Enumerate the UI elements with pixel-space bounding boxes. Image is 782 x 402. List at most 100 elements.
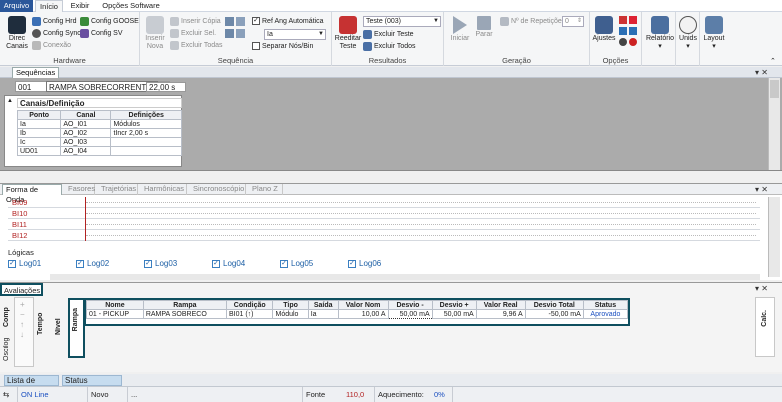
vector-icon[interactable] — [619, 27, 627, 35]
table-row[interactable]: Ic AO_I03 — [16, 137, 182, 147]
excluir-todos-label: Excluir Todos — [374, 43, 416, 50]
menu-tab-opcoes-software[interactable]: Opções Software — [100, 0, 162, 12]
collapse-icon[interactable]: ▲ — [7, 98, 13, 104]
direc-canais-button[interactable]: Direc Canais — [3, 16, 31, 51]
parar-button[interactable]: Parar — [473, 16, 495, 39]
sequence-tool2-icon[interactable] — [236, 29, 245, 38]
excluir-todos-button[interactable]: Excluir Todos — [363, 42, 416, 51]
conexao-button[interactable]: Conexão — [32, 41, 71, 50]
inserir-copia-button[interactable]: Inserir Cópia — [170, 17, 221, 26]
tab-wave-4[interactable]: Sincronoscópio — [190, 184, 246, 195]
signal-trace — [86, 213, 756, 214]
ref-ang-checkbox[interactable]: ✓ Ref Ang Automática — [252, 17, 323, 25]
target-icon[interactable] — [619, 38, 627, 46]
excluir-sel-button[interactable]: Excluir Sel. — [170, 29, 216, 38]
table-row[interactable]: 01 - PICKUP RAMPA SOBRECO BI01 (↑) Módulo Ia… — [86, 309, 628, 319]
table-cell: Ic — [16, 137, 62, 147]
tab-oscilog[interactable]: Oscilog — [3, 331, 10, 361]
logica-checkbox[interactable]: ✓ Log03 — [144, 259, 177, 268]
tab-lista-erros[interactable]: Lista de Erros — [4, 375, 59, 395]
collapse-ribbon-icon[interactable]: ⌃ — [770, 57, 776, 65]
channels-icon — [8, 16, 26, 34]
move-up-icon[interactable] — [225, 17, 234, 26]
tab-sequencias[interactable]: Sequências — [12, 67, 60, 78]
excluir-teste-button[interactable]: Excluir Teste — [363, 30, 414, 39]
tab-nivel[interactable]: Nível — [55, 305, 62, 335]
separar-checkbox[interactable]: Separar Nós/Bin — [252, 42, 313, 50]
menu-tab-inicio[interactable]: Início — [35, 0, 63, 12]
tab-wave-0[interactable]: Forma de Onda — [2, 184, 62, 204]
iniciar-button[interactable]: Iniciar — [449, 16, 471, 43]
scroll-thumb[interactable] — [770, 80, 779, 98]
table-row[interactable]: Ia AO_I01 Módulos — [16, 119, 182, 129]
tab-wave-1[interactable]: Fasores — [65, 184, 95, 195]
column-header: Desvio - — [387, 300, 433, 310]
move-down-icon[interactable]: ↓ — [20, 330, 24, 339]
logica-checkbox[interactable]: ✓ Log04 — [212, 259, 245, 268]
logica-checkbox[interactable]: ✓ Log05 — [280, 259, 313, 268]
teste-select[interactable]: Teste (003) ▼ — [363, 16, 441, 27]
relatorio-button[interactable]: Relatório ▾ — [645, 16, 675, 51]
table-cell: Ia — [307, 309, 339, 319]
chart-icon[interactable] — [629, 16, 637, 24]
separar-label: Separar Nós/Bin — [262, 42, 314, 50]
logica-checkbox[interactable]: ✓ Log01 — [8, 259, 41, 268]
logica-checkbox[interactable]: ✓ Log06 — [348, 259, 381, 268]
menu-tab-exibir[interactable]: Exibir — [66, 0, 94, 12]
checkbox-checked-icon: ✓ — [252, 17, 260, 25]
config-sync-button[interactable]: Config Sync — [32, 29, 81, 38]
move-up-icon[interactable]: ↑ — [20, 320, 24, 329]
add-icon[interactable]: + — [20, 300, 25, 309]
tab-rampa[interactable]: Rampa — [68, 298, 85, 358]
parar-label: Parar — [475, 31, 493, 38]
chevron-down-icon: ▾ — [686, 43, 690, 50]
layout-button[interactable]: Layout ▾ — [702, 16, 726, 51]
table-row[interactable]: UD01 AO_I04 — [16, 146, 182, 156]
repeticoes-input[interactable]: 0 ⇕ — [562, 16, 584, 27]
table-cell: Ib — [16, 128, 62, 138]
inserir-copia-label: Inserir Cópia — [181, 18, 221, 25]
waveform-icon[interactable] — [619, 16, 627, 24]
waveform-scrollbar[interactable] — [768, 197, 780, 277]
sequence-number: 001 — [18, 83, 32, 92]
excluir-todas-button[interactable]: Excluir Todas — [170, 41, 223, 50]
tab-tempo[interactable]: Tempo — [37, 305, 44, 335]
table-row[interactable]: Ib AO_I02 tIncr 2,00 s — [16, 128, 182, 138]
column-header: Desvio Total — [524, 300, 584, 310]
config-sv-button[interactable]: Config SV — [80, 29, 123, 38]
group-geracao: Iniciar Parar Nº de Repetições 0 ⇕ Geraçã… — [444, 12, 590, 66]
play-icon — [453, 16, 467, 34]
cursor-marker[interactable] — [85, 197, 86, 241]
unids-button[interactable]: Unids ▾ — [677, 16, 699, 51]
ref-ang-select[interactable]: Ia ▼ — [264, 29, 326, 40]
move-down-icon[interactable] — [225, 29, 234, 38]
logica-checkbox[interactable]: ✓ Log02 — [76, 259, 109, 268]
pin-icon[interactable]: ▾ ✕ — [755, 185, 768, 194]
menu-file[interactable]: Arquivo — [0, 0, 33, 12]
tab-wave-2[interactable]: Trajetórias — [98, 184, 138, 195]
ref-ang-label: Ref Ang Automática — [262, 17, 324, 25]
tab-wave-3[interactable]: Harmônicas — [141, 184, 187, 195]
inserir-nova-button[interactable]: Inserir Nova — [142, 16, 168, 51]
pin-icon[interactable]: ▾ ✕ — [755, 284, 768, 293]
config-goose-button[interactable]: Config GOOSE — [80, 17, 139, 26]
pin-icon[interactable]: ▾ ✕ — [755, 68, 768, 78]
ajustes-label: Ajustes — [592, 35, 616, 42]
avaliacoes-title[interactable]: Avaliações — [0, 283, 43, 296]
filter-icon[interactable] — [629, 27, 637, 35]
canais-definicao-box: ▲ Canais/Definição Ponto Canal Definições … — [4, 95, 182, 167]
sequence-time: 22,00 s — [146, 82, 186, 92]
sequencias-scrollbar[interactable] — [768, 78, 780, 170]
tab-comp[interactable]: Comp — [3, 297, 10, 327]
tab-status-protecao[interactable]: Status Proteção — [62, 375, 122, 395]
tab-calc[interactable]: Calc. — [755, 297, 775, 357]
config-hrd-button[interactable]: Config Hrd — [32, 17, 76, 26]
record-icon[interactable] — [629, 38, 637, 46]
remove-icon[interactable]: − — [20, 310, 25, 319]
chevron-down-icon: ▾ — [712, 43, 716, 50]
sequence-tool-icon[interactable] — [236, 17, 245, 26]
reeditar-teste-button[interactable]: Reeditar Teste — [334, 16, 362, 51]
tab-wave-5[interactable]: Plano Z — [249, 184, 283, 195]
waveform-hscrollbar[interactable] — [50, 274, 760, 280]
ajustes-button[interactable]: Ajustes — [591, 16, 617, 43]
